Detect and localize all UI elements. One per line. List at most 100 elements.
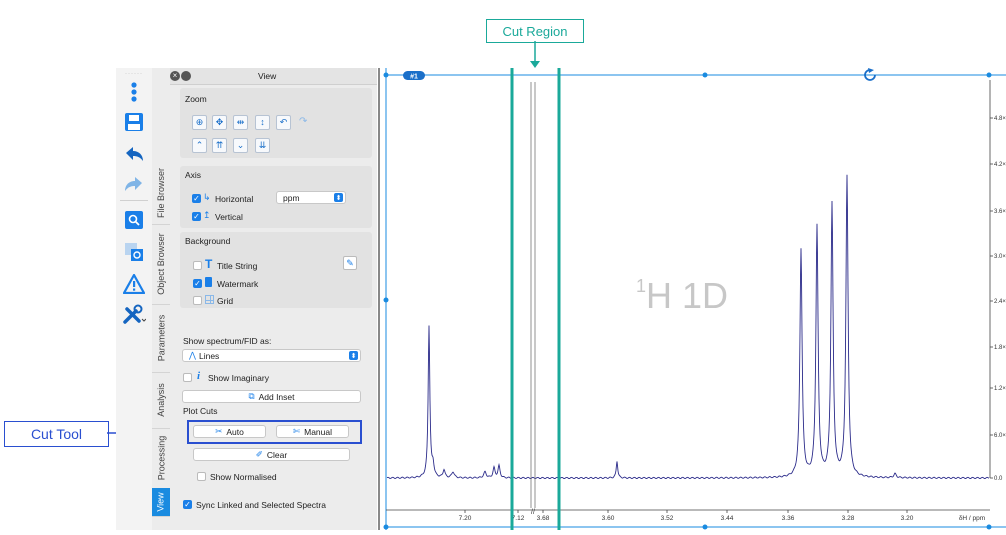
title-string-label: Title String [217,261,258,271]
y-tick-label: 3.6×1 [994,209,1006,215]
show-as-select[interactable]: ⋀ Lines ⬍ [182,349,361,362]
panel-titlebar: × View [170,68,377,85]
vertical-label: Vertical [215,212,243,222]
select-arrow-icon: ⬍ [334,193,343,202]
zoom-group: Zoom ⊕ ✥ ⇹ ↕ ↶ ↷ ⌃ ⇈ ⌄ ⇊ [180,88,372,158]
frame-handle[interactable] [986,524,992,530]
zoom-redo-icon[interactable]: ↷ [299,116,307,127]
frame-handle[interactable] [383,524,389,530]
horizontal-axis-icon: ↳ [203,192,211,202]
scale-up-fast-icon[interactable]: ⇈ [212,138,227,153]
edit-title-icon[interactable]: ✎ [343,256,357,270]
show-imaginary-checkbox[interactable] [183,373,192,382]
undo-icon[interactable] [122,142,146,166]
frame-handle[interactable] [702,524,708,530]
show-normalised-label: Show Normalised [210,472,277,482]
scale-up-icon[interactable]: ⌃ [192,138,207,153]
horizontal-label: Horizontal [215,194,254,204]
x-tick-label: 7.12 [512,515,525,522]
frame-handle[interactable] [986,72,992,78]
x-tick-label: 3.52 [661,515,674,522]
y-tick-label: 4.2×1 [994,162,1006,168]
tab-analysis[interactable]: Analysis [152,372,170,429]
horizontal-checkbox[interactable]: ✓ [192,194,201,203]
cut-region-callout: Cut Region [486,19,584,43]
more-icon[interactable] [122,80,146,104]
zoom-region-icon[interactable] [122,240,146,264]
y-tick-label: 0.0 [994,476,1003,482]
zoom-icon[interactable] [122,208,146,232]
auto-cut-button[interactable]: ✂ Auto [193,425,266,438]
axis-label: Axis [185,170,202,180]
watermark-checkbox[interactable]: ✓ [193,279,202,288]
cut-region-arrow [530,41,540,68]
watermark-superscript: 1 [636,276,646,296]
axis-unit-select[interactable]: ppm ⬍ [276,191,346,204]
lines-icon: ⋀ [189,350,196,360]
watermark-label: Watermark [217,279,259,289]
y-tick-label: 2.4×1 [994,299,1006,305]
fit-vertical-icon[interactable]: ↕ [255,115,270,130]
plot-cuts-label: Plot Cuts [183,406,218,416]
vertical-checkbox[interactable]: ✓ [192,212,201,221]
move-icon[interactable]: ✥ [212,115,227,130]
panel-title: View [258,71,277,81]
close-panel-icon[interactable]: × [170,71,180,81]
spectrum-view[interactable]: #1 4.8×1 4.2×1 3.6×1 3.0×1 2.4×1 1.8×1 1.2×1 6.… [377,64,1006,534]
axis-unit-value: ppm [283,192,300,203]
inset-icon: ⧉ [248,391,255,401]
watermark-text: 1H 1D [636,275,728,316]
grid-checkbox[interactable] [193,296,202,305]
save-icon[interactable] [122,110,146,134]
vertical-axis-icon: ↥ [203,210,211,220]
show-normalised-checkbox[interactable] [197,472,206,481]
watermark-icon [205,277,212,287]
frame-handle[interactable] [702,72,708,78]
scale-down-fast-icon[interactable]: ⇊ [255,138,270,153]
cut-region-highlight [510,64,561,534]
scissors-icon: ✂ [215,426,223,436]
cut-region-label: Cut Region [502,23,568,39]
show-imaginary-label: Show Imaginary [208,373,269,383]
x-tick-label: 7.20 [459,515,472,522]
grip-icon: ······ [125,71,143,77]
tab-file-browser[interactable]: File Browser [152,162,170,225]
title-string-checkbox[interactable] [193,261,202,270]
y-tick-label: 3.0×1 [994,254,1006,260]
scale-down-icon[interactable]: ⌄ [233,138,248,153]
frame-handle[interactable] [383,72,389,78]
select-arrow-icon: ⬍ [349,351,358,360]
tools-icon[interactable] [122,302,146,326]
detach-panel-icon[interactable] [181,71,191,81]
zoom-undo-icon[interactable]: ↶ [276,115,291,130]
tab-parameters[interactable]: Parameters [152,304,170,373]
tab-object-browser[interactable]: Object Browser [152,224,170,305]
sync-checkbox[interactable]: ✓ [183,500,192,509]
rotate-icon[interactable] [864,68,876,81]
tab-processing[interactable]: Processing [152,428,170,489]
title-string-icon: T [205,257,213,271]
redo-icon[interactable] [122,172,146,196]
cut-tool-label: Cut Tool [30,426,83,442]
spectrum-trace [386,174,990,479]
add-inset-button[interactable]: ⧉ Add Inset [182,390,361,403]
x-ticks: 7.20 7.12 3.68 3.60 3.52 3.44 3.36 3.28 3.20 [459,510,914,522]
y-tick-label: 6.0×1 [994,433,1006,439]
clear-cuts-button[interactable]: ✐ Clear [193,448,350,461]
background-group: Background T Title String ✎ ✓ Watermark … [180,232,372,308]
x-tick-label: 3.20 [901,515,914,522]
y-ticks: 4.8×1 4.2×1 3.6×1 3.0×1 2.4×1 1.8×1 1.2×1 6.0×1… [990,116,1006,482]
zoom-in-icon[interactable]: ⊕ [192,115,207,130]
manual-cut-button[interactable]: ✄ Manual [276,425,349,438]
axis-break-icon: // [531,509,535,516]
x-tick-label: 3.36 [782,515,795,522]
warning-icon[interactable] [122,272,146,296]
toolbar-divider [120,200,148,201]
tab-view[interactable]: View [152,488,170,517]
frame-handle[interactable] [383,297,389,303]
eraser-icon: ✐ [255,449,263,459]
y-tick-label: 4.8×1 [994,116,1006,122]
manual-scissors-icon: ✄ [292,426,301,436]
spectrum-svg[interactable]: #1 4.8×1 4.2×1 3.6×1 3.0×1 2.4×1 1.8×1 1.2×1 6.… [377,64,1006,534]
fit-horizontal-icon[interactable]: ⇹ [233,115,248,130]
